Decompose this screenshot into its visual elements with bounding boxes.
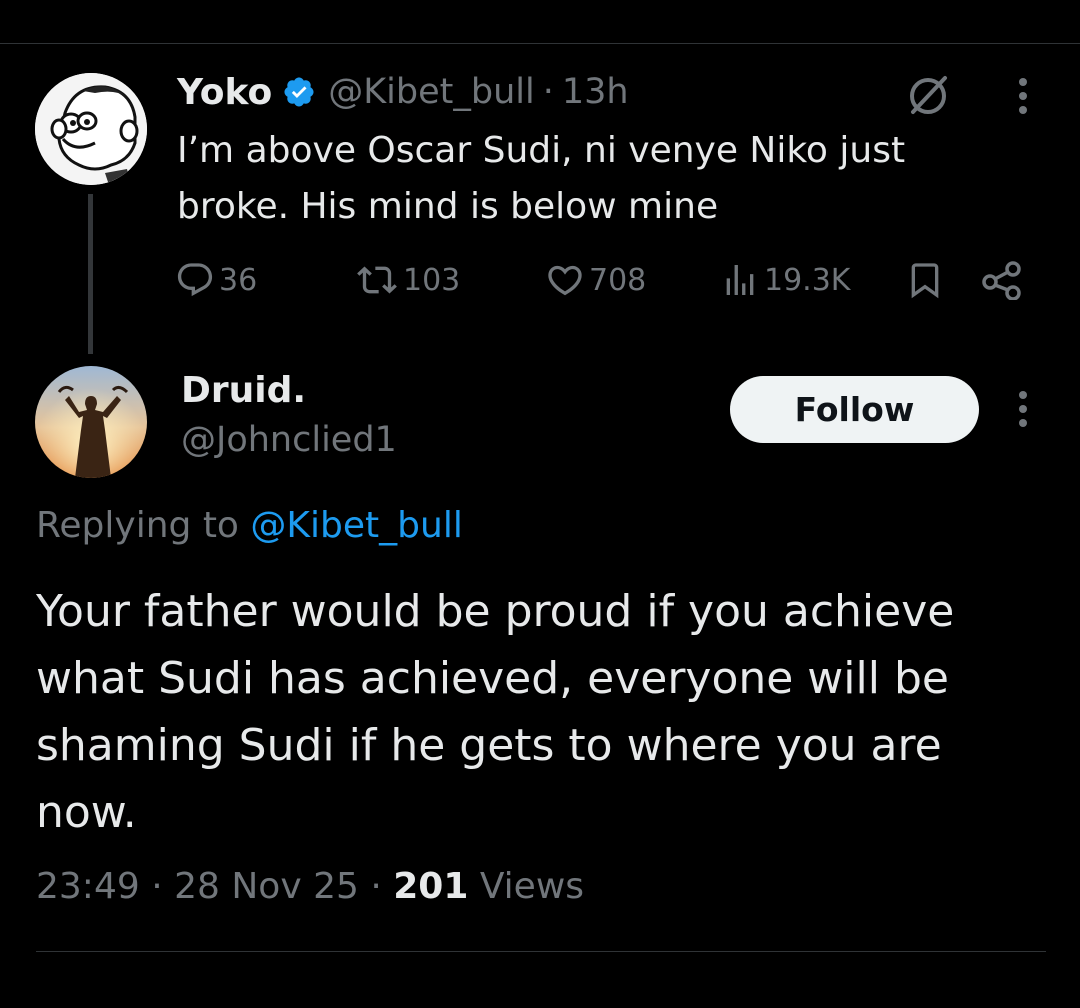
bookmark-action[interactable] — [905, 252, 945, 308]
reply-count: 36 — [219, 262, 258, 298]
top-divider — [0, 43, 1080, 44]
tweet-meta: 23:49 · 28 Nov 25 · 201 Views — [36, 866, 584, 907]
reply-handle[interactable]: @Johnclied1 — [181, 420, 397, 460]
grok-icon[interactable] — [903, 70, 953, 120]
bottom-divider — [36, 951, 1046, 952]
parent-timestamp[interactable]: 13h — [562, 72, 629, 112]
reply-avatar[interactable] — [35, 366, 147, 478]
views-action[interactable]: 19.3K — [720, 252, 850, 308]
repost-count: 103 — [403, 262, 461, 298]
replying-to-line: Replying to @Kibet_bull — [36, 505, 463, 546]
reply-icon — [177, 263, 213, 297]
views-icon — [726, 265, 754, 295]
like-icon — [548, 265, 582, 296]
reply-views-label: Views — [479, 866, 585, 907]
follow-button[interactable]: Follow — [730, 376, 979, 443]
parent-tweet-text: I’m above Oscar Sudi, ni venye Niko just… — [177, 130, 906, 227]
like-action[interactable]: 708 — [545, 252, 646, 308]
action-bar: 36 103 708 19.3K — [175, 252, 1035, 308]
reply-views-count: 201 — [393, 866, 469, 907]
share-icon — [982, 261, 1021, 300]
verified-badge-icon — [282, 75, 316, 109]
share-action[interactable] — [980, 252, 1024, 308]
thread-line — [88, 194, 93, 354]
reply-tweet-text: Your father would be proud if you achiev… — [36, 586, 955, 838]
parent-header: Yoko @Kibet_bull · 13h — [177, 66, 629, 118]
meta-separator: · — [151, 866, 163, 907]
more-icon[interactable] — [1006, 76, 1040, 116]
meta-separator: · — [370, 866, 382, 907]
reply-more-icon[interactable] — [1006, 389, 1040, 429]
reply-display-name[interactable]: Druid. — [181, 370, 306, 411]
bookmark-icon — [911, 263, 939, 299]
parent-handle[interactable]: @Kibet_bull — [328, 72, 535, 112]
reply-date[interactable]: 28 Nov 25 — [174, 866, 359, 907]
views-count: 19.3K — [764, 262, 851, 298]
replying-to-mention[interactable]: @Kibet_bull — [250, 505, 462, 546]
reply-time[interactable]: 23:49 — [36, 866, 140, 907]
repost-action[interactable]: 103 — [355, 252, 460, 308]
like-count: 708 — [589, 262, 647, 298]
parent-avatar[interactable] — [35, 73, 147, 185]
repost-icon — [357, 266, 397, 294]
parent-display-name[interactable]: Yoko — [177, 72, 272, 113]
replying-to-label: Replying to — [36, 505, 239, 546]
separator-dot: · — [542, 72, 554, 112]
reply-action[interactable]: 36 — [175, 252, 257, 308]
